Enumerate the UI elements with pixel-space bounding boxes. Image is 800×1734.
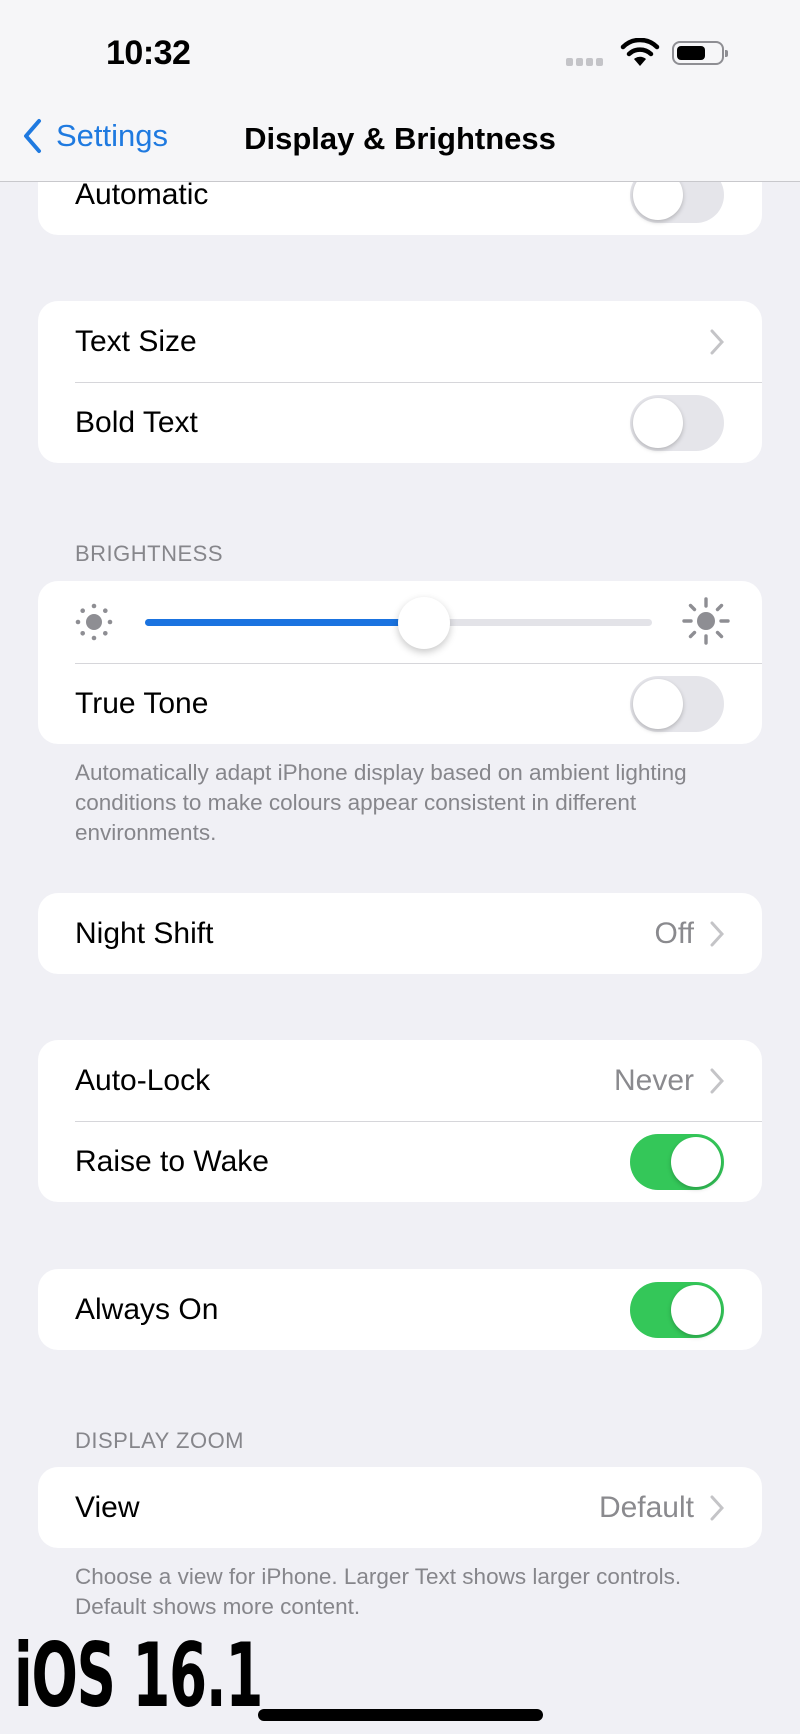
true-tone-footer: Automatically adapt iPhone display based… (75, 760, 687, 845)
divider (75, 1121, 762, 1122)
display-zoom-footer: Choose a view for iPhone. Larger Text sh… (75, 1564, 682, 1619)
navigation-bar: 10:32 Settings Display & Brightness (0, 0, 800, 182)
chevron-right-icon (710, 921, 724, 946)
divider (75, 663, 762, 664)
auto-lock-value: Never (613, 1063, 694, 1097)
brightness-slider-thumb[interactable] (397, 597, 450, 649)
wifi-icon (620, 38, 660, 66)
always-on-label: Always On (75, 1292, 219, 1326)
auto-lock-row[interactable]: Auto-Lock Never (38, 1040, 762, 1121)
display-zoom-group: View Default (38, 1467, 762, 1548)
auto-lock-label: Auto-Lock (75, 1063, 211, 1097)
raise-to-wake-label: Raise to Wake (75, 1144, 269, 1178)
night-shift-label: Night Shift (75, 916, 214, 950)
brightness-slider-row (38, 581, 762, 663)
text-size-label: Text Size (75, 324, 197, 358)
view-value: Default (598, 1490, 694, 1524)
automatic-label: Automatic (75, 177, 209, 211)
page-title-text: Display & Brightness (244, 121, 556, 156)
brightness-slider-fill (145, 619, 424, 626)
raise-to-wake-toggle[interactable] (630, 1133, 724, 1190)
lock-group: Auto-Lock Never Raise to Wake (38, 1040, 762, 1202)
true-tone-row: True Tone (38, 663, 762, 744)
home-indicator[interactable] (258, 1709, 543, 1721)
always-on-group: Always On (38, 1269, 762, 1350)
view-row[interactable]: View Default (38, 1467, 762, 1548)
battery-icon (672, 41, 728, 65)
night-shift-group: Night Shift Off (38, 893, 762, 974)
chevron-right-icon (710, 1495, 724, 1520)
brightness-slider[interactable] (145, 597, 652, 649)
true-tone-toggle[interactable] (630, 675, 724, 732)
bold-text-toggle[interactable] (630, 394, 724, 451)
raise-to-wake-row: Raise to Wake (38, 1121, 762, 1202)
chevron-right-icon (710, 1068, 724, 1093)
true-tone-label: True Tone (75, 686, 209, 720)
page-title: Display & Brightness (0, 121, 800, 157)
status-time: 10:32 (106, 34, 191, 72)
chevron-right-icon (710, 329, 724, 354)
view-label: View (75, 1490, 140, 1524)
always-on-row: Always On (38, 1269, 762, 1350)
ios-version-watermark: iOS 16.1 (14, 1624, 263, 1727)
sun-large-icon (682, 597, 730, 645)
divider (75, 382, 762, 383)
sun-small-icon (75, 603, 113, 641)
bold-text-label: Bold Text (75, 405, 198, 439)
night-shift-row[interactable]: Night Shift Off (38, 893, 762, 974)
brightness-group: True Tone (38, 581, 762, 744)
text-size-row[interactable]: Text Size (38, 301, 762, 382)
night-shift-value: Off (654, 916, 694, 950)
always-on-toggle[interactable] (630, 1281, 724, 1338)
display-zoom-header: DISPLAY ZOOM (75, 1428, 245, 1453)
text-group: Text Size Bold Text (38, 301, 762, 463)
brightness-header: BRIGHTNESS (75, 541, 224, 566)
cellular-signal-icon (566, 58, 603, 66)
bold-text-row: Bold Text (38, 382, 762, 463)
